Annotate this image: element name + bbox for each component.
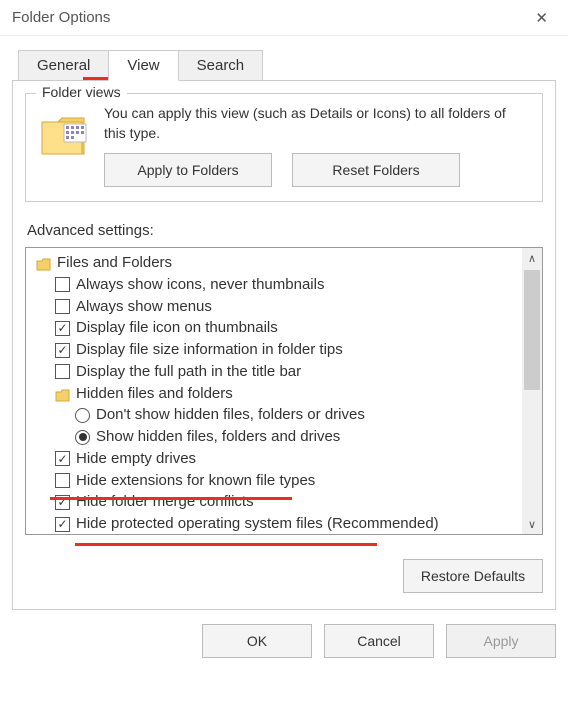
checkbox-icon[interactable] bbox=[55, 364, 70, 379]
annotation-underline bbox=[75, 543, 377, 546]
option-hide-extensions[interactable]: Hide extensions for known file types bbox=[30, 470, 522, 492]
checkbox-icon[interactable] bbox=[55, 451, 70, 466]
checkbox-icon[interactable] bbox=[55, 473, 70, 488]
option-label: Hide folder merge conflicts bbox=[76, 491, 254, 513]
tab-strip: General View Search bbox=[18, 50, 568, 81]
tree-header: Files and Folders bbox=[30, 252, 522, 274]
option-hidden-files-group: Hidden files and folders bbox=[30, 383, 522, 405]
option-dont-show-hidden[interactable]: Don't show hidden files, folders or driv… bbox=[30, 404, 522, 426]
folder-views-group: Folder views You can apply this view (su… bbox=[25, 93, 543, 202]
scroll-thumb[interactable] bbox=[524, 270, 540, 390]
restore-defaults-button[interactable]: Restore Defaults bbox=[403, 559, 543, 593]
scrollbar[interactable]: ∧ ∨ bbox=[522, 248, 542, 534]
option-label: Display file icon on thumbnails bbox=[76, 317, 278, 339]
checkbox-icon[interactable] bbox=[55, 495, 70, 510]
ok-button[interactable]: OK bbox=[202, 624, 312, 658]
dialog-footer: OK Cancel Apply bbox=[0, 610, 568, 658]
window-title: Folder Options bbox=[12, 9, 110, 26]
folder-icon bbox=[36, 256, 51, 270]
titlebar: Folder Options ✕ bbox=[0, 0, 568, 36]
option-hide-protected-os-files[interactable]: Hide protected operating system files (R… bbox=[30, 513, 522, 534]
cancel-button[interactable]: Cancel bbox=[324, 624, 434, 658]
folder-views-icon bbox=[38, 108, 92, 162]
checkbox-icon[interactable] bbox=[55, 321, 70, 336]
option-label: Hide extensions for known file types bbox=[76, 470, 315, 492]
option-display-file-size[interactable]: Display file size information in folder … bbox=[30, 339, 522, 361]
option-label: Always show menus bbox=[76, 296, 212, 318]
checkbox-icon[interactable] bbox=[55, 517, 70, 532]
folder-views-legend: Folder views bbox=[36, 84, 127, 100]
checkbox-icon[interactable] bbox=[55, 299, 70, 314]
advanced-settings-tree[interactable]: Files and Folders Always show icons, nev… bbox=[25, 247, 543, 535]
scroll-down-icon[interactable]: ∨ bbox=[522, 514, 542, 534]
tab-general[interactable]: General bbox=[18, 50, 109, 81]
tab-view[interactable]: View bbox=[108, 50, 178, 81]
option-display-file-icon[interactable]: Display file icon on thumbnails bbox=[30, 317, 522, 339]
radio-icon[interactable] bbox=[75, 430, 90, 445]
tab-search[interactable]: Search bbox=[178, 50, 264, 81]
folder-views-text: You can apply this view (such as Details… bbox=[104, 104, 530, 143]
option-label: Hide empty drives bbox=[76, 448, 196, 470]
option-label: Display file size information in folder … bbox=[76, 339, 343, 361]
radio-icon[interactable] bbox=[75, 408, 90, 423]
option-label: Don't show hidden files, folders or driv… bbox=[96, 404, 365, 426]
option-show-hidden[interactable]: Show hidden files, folders and drives bbox=[30, 426, 522, 448]
reset-folders-button[interactable]: Reset Folders bbox=[292, 153, 460, 187]
option-always-show-menus[interactable]: Always show menus bbox=[30, 296, 522, 318]
option-label: Show hidden files, folders and drives bbox=[96, 426, 340, 448]
option-label: Always show icons, never thumbnails bbox=[76, 274, 324, 296]
option-label: Hidden files and folders bbox=[76, 383, 233, 405]
checkbox-icon[interactable] bbox=[55, 277, 70, 292]
option-hide-merge-conflicts[interactable]: Hide folder merge conflicts bbox=[30, 491, 522, 513]
tree-header-label: Files and Folders bbox=[57, 252, 172, 274]
option-label: Display the full path in the title bar bbox=[76, 361, 301, 383]
apply-button[interactable]: Apply bbox=[446, 624, 556, 658]
tab-content: Folder views You can apply this view (su… bbox=[12, 80, 556, 610]
option-display-full-path[interactable]: Display the full path in the title bar bbox=[30, 361, 522, 383]
scroll-up-icon[interactable]: ∧ bbox=[522, 248, 542, 268]
advanced-settings-label: Advanced settings: bbox=[27, 222, 543, 239]
apply-to-folders-button[interactable]: Apply to Folders bbox=[104, 153, 272, 187]
option-label: Hide protected operating system files (R… bbox=[76, 513, 439, 534]
option-hide-empty-drives[interactable]: Hide empty drives bbox=[30, 448, 522, 470]
option-always-show-icons[interactable]: Always show icons, never thumbnails bbox=[30, 274, 522, 296]
close-icon[interactable]: ✕ bbox=[527, 5, 556, 31]
checkbox-icon[interactable] bbox=[55, 343, 70, 358]
folder-icon bbox=[55, 387, 70, 401]
